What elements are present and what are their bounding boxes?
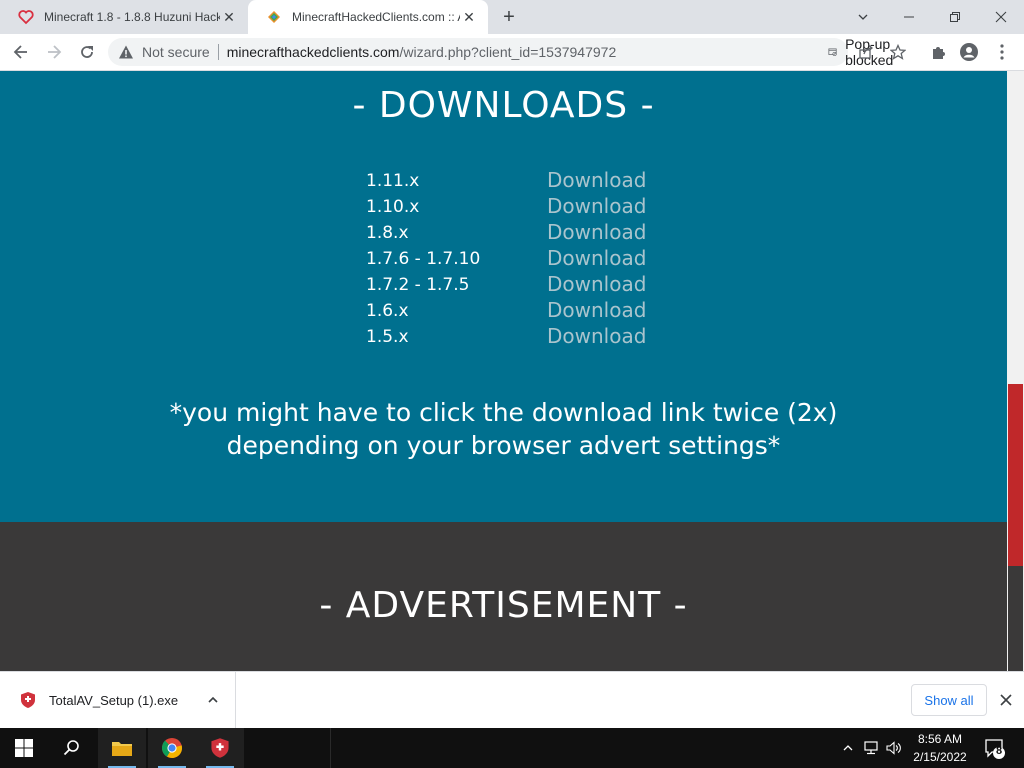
notification-count: 8: [995, 745, 1003, 757]
tab-search-chevron-icon[interactable]: [840, 0, 886, 34]
version-label: 1.11.x: [366, 171, 420, 191]
forward-arrow-icon[interactable]: [41, 39, 67, 65]
tab-close-icon[interactable]: ✕: [460, 8, 478, 26]
title-bar: Minecraft 1.8 - 1.8.8 Huzuni Hack ✕ Mine…: [0, 0, 1024, 34]
minimize-icon[interactable]: [886, 0, 932, 34]
close-window-icon[interactable]: [978, 0, 1024, 34]
page-viewport: - DOWNLOADS - 1.11.x Download 1.10.x Dow…: [0, 71, 1007, 671]
notification-center-icon[interactable]: 8: [982, 736, 1006, 760]
warning-triangle-icon: [119, 45, 133, 59]
version-label: 1.10.x: [366, 197, 420, 217]
download-shelf: TotalAV_Setup (1).exe Show all: [0, 671, 1024, 728]
version-label: 1.7.6 - 1.7.10: [366, 249, 481, 269]
show-all-button[interactable]: Show all: [911, 684, 987, 716]
extensions-puzzle-icon[interactable]: [929, 43, 947, 61]
back-arrow-icon[interactable]: [8, 39, 34, 65]
download-file-name: TotalAV_Setup (1).exe: [49, 692, 179, 708]
download-link[interactable]: Download: [547, 324, 646, 348]
version-label: 1.7.2 - 1.7.5: [366, 275, 470, 295]
file-explorer-icon[interactable]: [98, 728, 146, 768]
reload-icon[interactable]: [74, 39, 100, 65]
volume-icon[interactable]: [884, 728, 904, 768]
version-label: 1.6.x: [366, 301, 409, 321]
search-icon[interactable]: [48, 728, 96, 768]
download-link[interactable]: Download: [547, 168, 646, 192]
close-shelf-icon[interactable]: [996, 690, 1016, 710]
tab-minecrafthackedclients[interactable]: MinecraftHackedClients.com :: Au ✕: [248, 0, 488, 34]
new-tab-button[interactable]: +: [498, 6, 520, 28]
version-label: 1.8.x: [366, 223, 409, 243]
download-link[interactable]: Download: [547, 194, 646, 218]
profile-avatar-icon[interactable]: [960, 43, 978, 61]
share-icon[interactable]: [857, 43, 875, 61]
bookmark-star-icon[interactable]: [889, 43, 907, 61]
clock-date: 2/15/2022: [913, 750, 967, 764]
download-item[interactable]: TotalAV_Setup (1).exe: [0, 672, 236, 728]
advertisement-heading: - ADVERTISEMENT -: [319, 585, 688, 626]
url-domain: minecrafthackedclients.com: [226, 44, 400, 60]
address-bar[interactable]: Not secure minecrafthackedclients.com/wi…: [108, 36, 906, 68]
taskbar-empty-area: [330, 728, 831, 768]
taskbar-spacer: [306, 728, 330, 768]
menu-dots-icon[interactable]: [993, 43, 1011, 61]
advertisement-section: - ADVERTISEMENT -: [0, 522, 1007, 671]
tab-title: Minecraft 1.8 - 1.8.8 Huzuni Hack: [44, 10, 220, 24]
download-link[interactable]: Download: [547, 298, 646, 322]
tab-minecraft-huzuni[interactable]: Minecraft 1.8 - 1.8.8 Huzuni Hack ✕: [0, 0, 248, 34]
page-scrollbar[interactable]: [1007, 71, 1024, 671]
tab-close-icon[interactable]: ✕: [220, 8, 238, 26]
chevron-up-icon[interactable]: [204, 691, 222, 709]
download-note-line-2: depending on your browser advert setting…: [226, 431, 781, 460]
diamond-favicon-icon: [268, 11, 280, 23]
scrollbar-track-lower[interactable]: [1008, 566, 1023, 671]
download-note: *you might have to click the download li…: [0, 396, 1007, 462]
popup-blocked-icon: [828, 48, 837, 57]
download-link[interactable]: Download: [547, 272, 646, 296]
downloads-section: - DOWNLOADS - 1.11.x Download 1.10.x Dow…: [0, 71, 1007, 522]
heart-favicon-icon: [18, 10, 34, 25]
security-status-label[interactable]: Not secure: [142, 44, 210, 60]
chrome-icon[interactable]: [148, 728, 196, 768]
tab-title: MinecraftHackedClients.com :: Au: [292, 10, 460, 24]
download-note-line-1: *you might have to click the download li…: [169, 398, 838, 427]
chevron-up-tray-icon[interactable]: [838, 728, 858, 768]
windows-taskbar: 8:56 AM 2/15/2022 8: [0, 728, 1024, 768]
download-link[interactable]: Download: [547, 220, 646, 244]
omnibox-divider: [217, 44, 219, 60]
browser-toolbar: Not secure minecrafthackedclients.com/wi…: [0, 34, 1024, 71]
totalav-shield-icon: [21, 692, 35, 708]
scrollbar-thumb[interactable]: [1008, 384, 1023, 566]
downloads-heading: - DOWNLOADS -: [352, 85, 655, 126]
version-label: 1.5.x: [366, 327, 409, 347]
url-text[interactable]: minecrafthackedclients.com/wizard.php?cl…: [227, 44, 617, 60]
url-path: /wizard.php?client_id=1537947972: [399, 44, 617, 60]
start-windows-icon[interactable]: [0, 728, 48, 768]
download-link[interactable]: Download: [547, 246, 646, 270]
taskbar-clock[interactable]: 8:56 AM 2/15/2022: [905, 730, 975, 766]
totalav-taskbar-icon[interactable]: [196, 728, 244, 768]
restore-icon[interactable]: [932, 0, 978, 34]
clock-time: 8:56 AM: [917, 732, 963, 746]
network-icon[interactable]: [860, 728, 882, 768]
